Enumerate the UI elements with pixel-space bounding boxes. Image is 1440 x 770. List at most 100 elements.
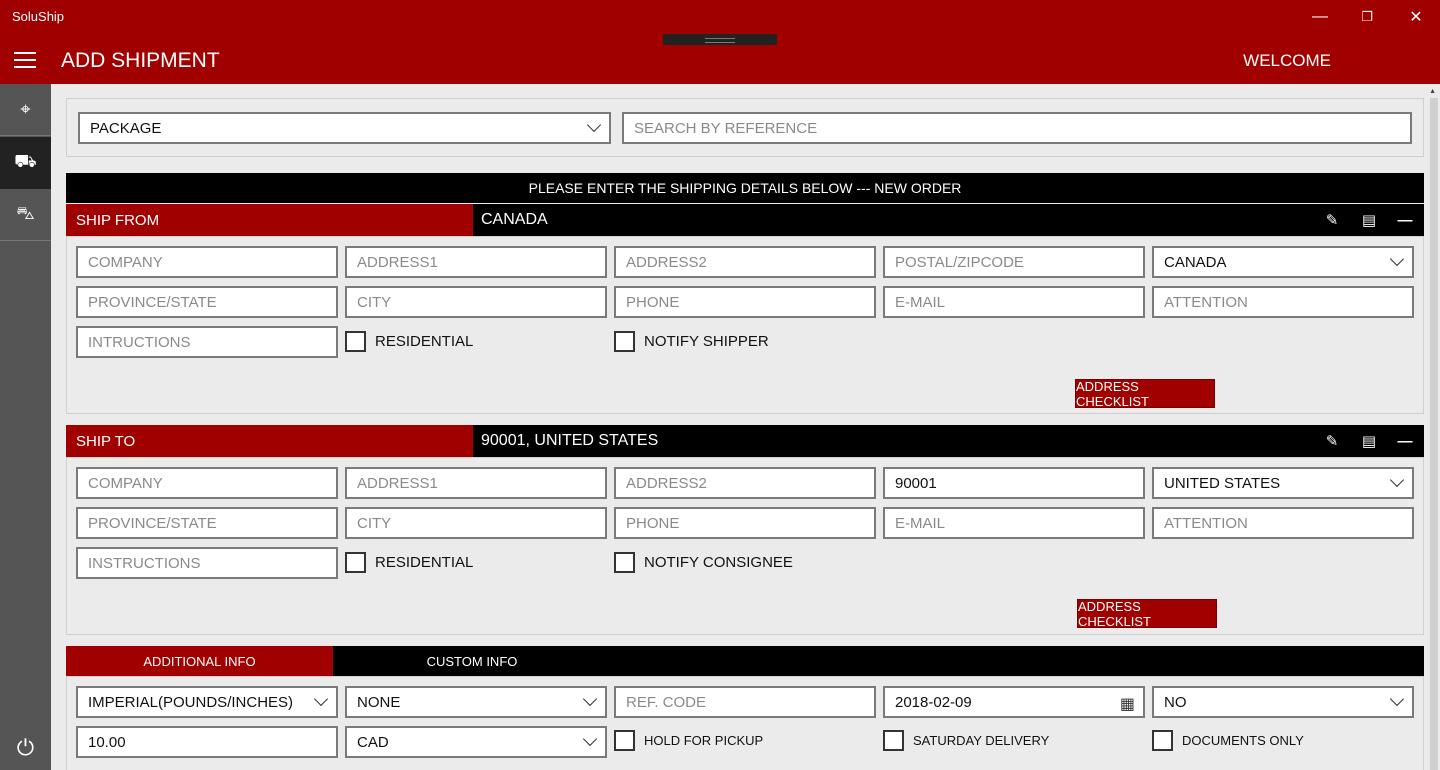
additional-info-panel: IMPERIAL(POUNDS/INCHES) NONE REF. CODE 2… bbox=[66, 676, 1424, 770]
app-title: SoluShip bbox=[12, 9, 65, 24]
from-company-input[interactable]: COMPANY bbox=[76, 246, 338, 278]
main-content: ▲ PACKAGE SEARCH BY REFERENCE PLEASE ENT… bbox=[51, 84, 1440, 770]
ship-from-header: SHIP FROM CANADA ✎ ▤ — bbox=[66, 204, 1424, 236]
chevron-down-icon bbox=[582, 731, 598, 747]
to-country-select[interactable]: UNITED STATES bbox=[1152, 467, 1414, 499]
to-address2-input[interactable]: ADDRESS2 bbox=[614, 467, 876, 499]
yes-no-value: NO bbox=[1164, 693, 1187, 711]
ship-to-label: SHIP TO bbox=[66, 425, 473, 457]
yes-no-select[interactable]: NO bbox=[1152, 686, 1414, 718]
package-type-value: PACKAGE bbox=[90, 119, 162, 137]
checkbox-box[interactable] bbox=[614, 552, 635, 573]
checkbox-box[interactable] bbox=[345, 552, 366, 573]
notify-consignee-checkbox[interactable]: NOTIFY CONSIGNEE bbox=[614, 552, 793, 573]
hamburger-menu-icon[interactable] bbox=[14, 52, 36, 68]
checkbox-box[interactable] bbox=[614, 730, 635, 751]
notify-shipper-label: NOTIFY SHIPPER bbox=[644, 333, 769, 350]
ship-to-panel: COMPANY ADDRESS1 ADDRESS2 90001 UNITED S… bbox=[66, 457, 1424, 635]
chevron-down-icon bbox=[1389, 691, 1405, 707]
ship-from-panel: COMPANY ADDRESS1 ADDRESS2 POSTAL/ZIPCODE… bbox=[66, 236, 1424, 414]
to-attention-input[interactable]: ATTENTION bbox=[1152, 507, 1414, 539]
from-attention-input[interactable]: ATTENTION bbox=[1152, 286, 1414, 318]
new-order-banner: PLEASE ENTER THE SHIPPING DETAILS BELOW … bbox=[66, 173, 1424, 203]
ship-to-header: SHIP TO 90001, UNITED STATES ✎ ▤ — bbox=[66, 425, 1424, 457]
scrollbar[interactable] bbox=[1430, 98, 1438, 770]
to-residential-label: RESIDENTIAL bbox=[375, 554, 474, 571]
scroll-up-icon[interactable]: ▲ bbox=[1429, 88, 1436, 95]
from-address2-input[interactable]: ADDRESS2 bbox=[614, 246, 876, 278]
checkbox-box[interactable] bbox=[1152, 730, 1173, 751]
from-residential-label: RESIDENTIAL bbox=[375, 333, 474, 350]
from-address-checklist-button[interactable]: ADDRESS CHECKLIST bbox=[1075, 379, 1215, 409]
search-reference-input[interactable]: SEARCH BY REFERENCE bbox=[622, 112, 1412, 144]
chevron-down-icon bbox=[1389, 472, 1405, 488]
calendar-icon[interactable]: ▦ bbox=[1120, 694, 1135, 714]
chevron-down-icon bbox=[313, 691, 329, 707]
checkbox-box[interactable] bbox=[345, 331, 366, 352]
close-button[interactable]: ✕ bbox=[1401, 6, 1431, 28]
to-company-input[interactable]: COMPANY bbox=[76, 467, 338, 499]
amount-input[interactable]: 10.00 bbox=[76, 726, 338, 758]
top-panel: PACKAGE SEARCH BY REFERENCE bbox=[66, 98, 1424, 157]
to-city-input[interactable]: CITY bbox=[345, 507, 607, 539]
to-instructions-input[interactable]: INSTRUCTIONS bbox=[76, 547, 338, 579]
documents-only-checkbox[interactable]: DOCUMENTS ONLY bbox=[1152, 730, 1304, 751]
to-residential-checkbox[interactable]: RESIDENTIAL bbox=[345, 552, 473, 573]
minimize-button[interactable]: — bbox=[1305, 6, 1335, 28]
to-province-input[interactable]: PROVINCE/STATE bbox=[76, 507, 338, 539]
from-phone-input[interactable]: PHONE bbox=[614, 286, 876, 318]
units-value: IMPERIAL(POUNDS/INCHES) bbox=[88, 693, 294, 711]
from-province-input[interactable]: PROVINCE/STATE bbox=[76, 286, 338, 318]
info-tabs: ADDITIONAL INFO CUSTOM INFO bbox=[66, 646, 1424, 676]
checkbox-box[interactable] bbox=[614, 331, 635, 352]
sidebar: ⌖ ⛟ ⛍ ⏻ bbox=[0, 84, 51, 770]
map-pin-icon[interactable]: ⌖ bbox=[0, 84, 51, 136]
edit-icon[interactable]: ✎ bbox=[1321, 432, 1343, 450]
from-email-input[interactable]: E-MAIL bbox=[883, 286, 1145, 318]
to-postal-input[interactable]: 90001 bbox=[883, 467, 1145, 499]
chevron-down-icon bbox=[582, 691, 598, 707]
to-phone-input[interactable]: PHONE bbox=[614, 507, 876, 539]
checkbox-box[interactable] bbox=[883, 730, 904, 751]
ref-code-input[interactable]: REF. CODE bbox=[614, 686, 876, 718]
hold-for-pickup-label: HOLD FOR PICKUP bbox=[644, 733, 764, 748]
package-type-select[interactable]: PACKAGE bbox=[78, 112, 611, 144]
collapse-icon[interactable]: — bbox=[1394, 211, 1416, 229]
power-icon[interactable]: ⏻ bbox=[0, 722, 51, 770]
tab-custom-info[interactable]: CUSTOM INFO bbox=[333, 646, 611, 676]
notify-shipper-checkbox[interactable]: NOTIFY SHIPPER bbox=[614, 331, 769, 352]
from-residential-checkbox[interactable]: RESIDENTIAL bbox=[345, 331, 473, 352]
contact-card-icon[interactable]: ▤ bbox=[1358, 432, 1380, 450]
restore-button[interactable]: ❐ bbox=[1352, 6, 1382, 28]
truck-icon[interactable]: ⛍ bbox=[0, 189, 51, 241]
to-address-checklist-button[interactable]: ADDRESS CHECKLIST bbox=[1077, 599, 1217, 629]
tab-additional-info[interactable]: ADDITIONAL INFO bbox=[66, 646, 333, 676]
ship-from-summary: CANADA bbox=[481, 211, 548, 228]
ship-date-picker[interactable]: 2018-02-09 ▦ bbox=[883, 686, 1145, 718]
welcome-label[interactable]: WELCOME bbox=[1243, 51, 1331, 71]
to-country-value: UNITED STATES bbox=[1164, 474, 1281, 492]
from-address1-input[interactable]: ADDRESS1 bbox=[345, 246, 607, 278]
units-select[interactable]: IMPERIAL(POUNDS/INCHES) bbox=[76, 686, 338, 718]
from-country-select[interactable]: CANADA bbox=[1152, 246, 1414, 278]
drag-handle[interactable] bbox=[663, 34, 777, 45]
option-select[interactable]: NONE bbox=[345, 686, 607, 718]
saturday-delivery-label: SATURDAY DELIVERY bbox=[913, 733, 1050, 748]
package-add-icon[interactable]: ⛟ bbox=[0, 137, 51, 189]
chevron-down-icon bbox=[1389, 251, 1405, 267]
contact-card-icon[interactable]: ▤ bbox=[1358, 211, 1380, 229]
to-address1-input[interactable]: ADDRESS1 bbox=[345, 467, 607, 499]
to-email-input[interactable]: E-MAIL bbox=[883, 507, 1145, 539]
option-value: NONE bbox=[357, 693, 401, 711]
from-instructions-input[interactable]: INTRUCTIONS bbox=[76, 326, 338, 358]
documents-only-label: DOCUMENTS ONLY bbox=[1182, 733, 1304, 748]
currency-select[interactable]: CAD bbox=[345, 726, 607, 758]
notify-consignee-label: NOTIFY CONSIGNEE bbox=[644, 554, 793, 571]
from-country-value: CANADA bbox=[1164, 253, 1227, 271]
saturday-delivery-checkbox[interactable]: SATURDAY DELIVERY bbox=[883, 730, 1049, 751]
from-postal-input[interactable]: POSTAL/ZIPCODE bbox=[883, 246, 1145, 278]
hold-for-pickup-checkbox[interactable]: HOLD FOR PICKUP bbox=[614, 730, 763, 751]
edit-icon[interactable]: ✎ bbox=[1321, 211, 1343, 229]
collapse-icon[interactable]: — bbox=[1394, 432, 1416, 450]
from-city-input[interactable]: CITY bbox=[345, 286, 607, 318]
